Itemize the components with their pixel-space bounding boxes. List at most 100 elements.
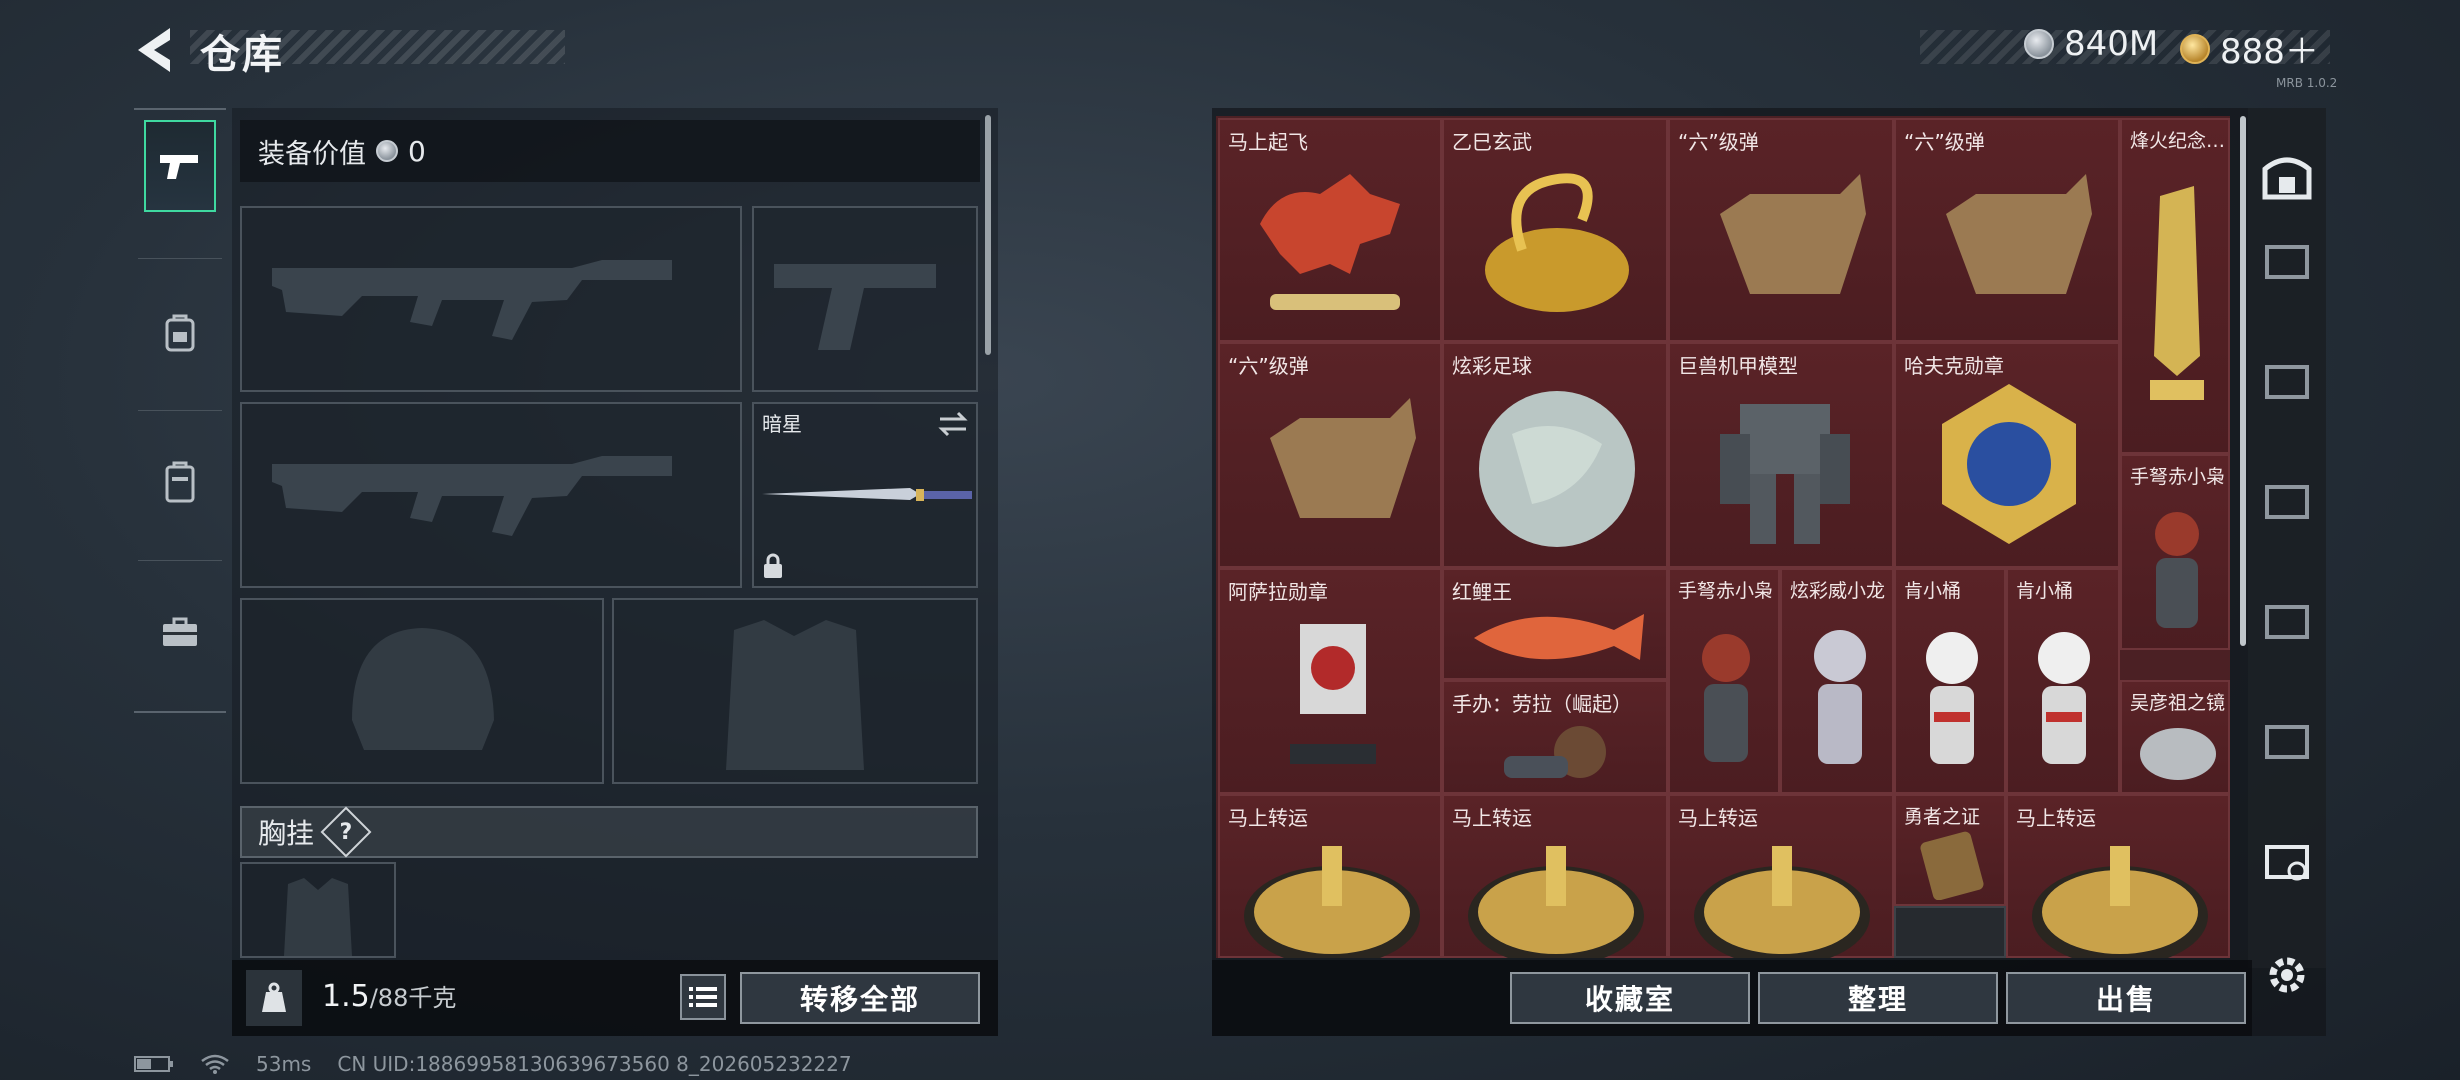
vault-icon (2262, 157, 2312, 200)
storage-tab-main[interactable] (2258, 146, 2316, 204)
card-icon (1920, 831, 1984, 900)
item-cell[interactable]: 红鲤王 (1442, 568, 1668, 680)
item-cell[interactable]: 马上转运 (1442, 794, 1668, 958)
equipment-value-bar: 装备价值 0 (240, 120, 980, 182)
item-cell[interactable]: 巨兽机甲模型 (1668, 342, 1894, 568)
item-cell[interactable]: 肯小桶 (2006, 568, 2120, 794)
hand-sculpture-icon (1270, 398, 1416, 518)
gold-amount: 888＋ (2220, 32, 2319, 72)
item-cell[interactable]: 手弩赤小枭 (2120, 454, 2230, 650)
item-cell[interactable]: 阿萨拉勋章 (1218, 568, 1442, 794)
chest-rig-slot[interactable] (240, 862, 396, 958)
ping-text: 53ms (256, 1052, 312, 1076)
equipment-scrollbar[interactable] (985, 115, 991, 355)
medal-icon (1942, 384, 2076, 544)
item-cell[interactable]: 勇者之证 (1894, 794, 2006, 906)
soccer-ball-icon (1479, 391, 1635, 547)
koi-fish-icon (1474, 614, 1644, 660)
helmet-slot[interactable] (240, 598, 604, 784)
item-cell[interactable]: 吴彦祖之镜 (2120, 680, 2230, 794)
storage-tab-3[interactable] (2258, 350, 2316, 408)
item-cell[interactable]: 肯小桶 (1894, 568, 2006, 794)
item-cell[interactable]: “六”级弹 (1668, 118, 1894, 342)
melee-label: 暗星 (762, 412, 802, 436)
transfer-all-button[interactable]: 转移全部 (740, 972, 980, 1024)
badge-stand-icon (1290, 624, 1376, 764)
item-cell[interactable]: 乙巳玄武 (1442, 118, 1668, 342)
hand-sculpture-icon (1946, 174, 2092, 294)
back-button[interactable] (130, 22, 176, 78)
battery-icon (134, 1056, 173, 1072)
armor-slot[interactable] (612, 598, 978, 784)
sell-button[interactable]: 出售 (2006, 972, 2246, 1024)
secondary-weapon-slot[interactable] (240, 402, 742, 588)
settings-button[interactable] (2264, 952, 2310, 998)
item-cell[interactable]: 马上转运 (1668, 794, 1894, 958)
item-cell[interactable]: “六”级弹 (1218, 342, 1442, 568)
figure-lara-icon (1504, 726, 1606, 778)
list-view-button[interactable] (680, 974, 726, 1020)
horse-figure-icon (1260, 174, 1400, 310)
item-cell[interactable]: 炫彩足球 (1442, 342, 1668, 568)
item-cell[interactable]: 手弩赤小枭 (1668, 568, 1780, 794)
equipment-value: 0 (408, 134, 426, 168)
help-icon[interactable]: ? (320, 806, 372, 858)
item-cell[interactable]: 马上转运 (1218, 794, 1442, 958)
silver-currency[interactable]: 840M (2024, 24, 2158, 64)
hand-sculpture-icon (1720, 174, 1866, 294)
pistol-silhouette-icon (774, 264, 936, 350)
organize-button[interactable]: 整理 (1758, 972, 1998, 1024)
swap-icon[interactable] (936, 410, 970, 438)
storage-box-icon (2265, 845, 2309, 881)
gold-coin-icon (2180, 33, 2210, 64)
primary-weapon-slot[interactable] (240, 206, 742, 392)
rail-armor[interactable] (144, 436, 216, 528)
storage-tab-2[interactable] (2258, 230, 2316, 288)
storage-box-icon (2265, 365, 2309, 399)
figurine-icon (2155, 512, 2199, 628)
item-cell[interactable]: “六”级弹 (1894, 118, 2120, 342)
silver-coin-icon (376, 140, 398, 162)
storage-tab-7[interactable] (2258, 830, 2316, 888)
rail-toolbox[interactable] (144, 586, 216, 678)
storage-box-icon (2265, 605, 2309, 639)
carry-weight: 1.5/88千克 (322, 979, 457, 1014)
item-cell[interactable]: 烽火纪念… (2120, 118, 2230, 454)
item-cell[interactable]: 马上起飞 (1218, 118, 1442, 342)
chest-rig-label: 胸挂 (258, 817, 315, 850)
rail-weapons[interactable] (144, 120, 216, 212)
storage-tab-5[interactable] (2258, 590, 2316, 648)
silver-amount: 840M (2064, 24, 2159, 64)
wifi-icon (201, 1054, 229, 1074)
armor-vest-icon (165, 461, 195, 503)
figurine-icon (2038, 632, 2090, 764)
storage-tab-6[interactable] (2258, 710, 2316, 768)
rail-backpack[interactable] (144, 286, 216, 378)
mirror-icon (2140, 728, 2216, 780)
melee-slot[interactable]: 暗星 (752, 402, 978, 588)
lock-icon (764, 553, 782, 578)
item-cell[interactable]: 马上转运 (2006, 794, 2230, 958)
knife-icon (762, 488, 972, 501)
storage-tab-4[interactable] (2258, 470, 2316, 528)
gold-currency[interactable]: 888＋ (2180, 24, 2319, 73)
equipment-value-label: 装备价值 (258, 138, 366, 170)
trophy-icon (2150, 186, 2204, 400)
lucky-wheel-icon (1468, 846, 1644, 958)
item-cell[interactable]: 炫彩威小龙 (1780, 568, 1894, 794)
collection-room-button[interactable]: 收藏室 (1510, 972, 1750, 1024)
storage-scrollbar[interactable] (2240, 116, 2246, 646)
uid-text: CN UID:18869958130639673560 8_2026052322… (337, 1052, 852, 1076)
weight-icon (246, 970, 302, 1026)
empty-cell[interactable] (1894, 906, 2006, 958)
item-cell[interactable]: 手办：劳拉（崛起） (1442, 680, 1668, 794)
pistol-slot[interactable] (752, 206, 978, 392)
chest-rig-bar[interactable]: 胸挂 ? (240, 806, 978, 858)
item-cell[interactable]: 哈夫克勋章 (1894, 342, 2120, 568)
lucky-wheel-icon (2032, 846, 2208, 958)
figurine-icon (1926, 632, 1978, 764)
rifle-silhouette-icon (272, 456, 672, 536)
category-rail (134, 108, 226, 713)
vest-silhouette-icon (726, 620, 864, 770)
helmet-silhouette-icon (352, 628, 494, 750)
